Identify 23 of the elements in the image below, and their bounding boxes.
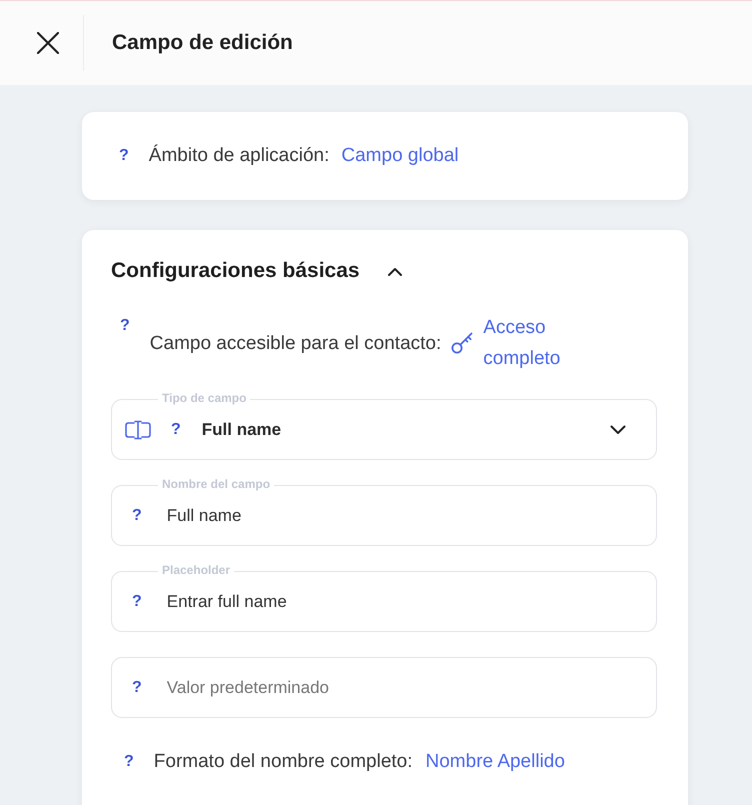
scope-label: Ámbito de aplicación: [148,144,330,168]
help-icon[interactable]: ? [171,416,181,442]
section-heading: Configuraciones básicas [111,258,360,284]
help-icon[interactable]: ? [124,749,134,775]
panel-title: Campo de edición [112,30,293,56]
scope-link[interactable]: Campo global [341,143,459,169]
access-link[interactable]: Acceso completo [483,312,584,374]
text-input-field[interactable]: ? Valor predeterminado [111,657,657,718]
field-label: Tipo de campo [158,391,250,406]
help-icon[interactable]: ? [132,502,142,528]
help-icon[interactable]: ? [132,674,142,700]
chevron-down-icon [610,424,626,434]
field-label: Nombre del campo [158,477,274,492]
chevron-up-icon[interactable] [388,266,402,276]
access-label: Campo accesible para el contacto: [150,332,442,356]
text-cursor-icon [124,420,152,440]
format-label: Formato del nombre completo: [154,750,413,774]
help-icon[interactable]: ? [120,310,130,341]
help-icon[interactable]: ? [132,588,142,614]
help-icon[interactable]: ? [119,143,129,169]
format-link[interactable]: Nombre Apellido [426,749,565,775]
close-icon [37,32,59,54]
key-icon [451,332,474,354]
